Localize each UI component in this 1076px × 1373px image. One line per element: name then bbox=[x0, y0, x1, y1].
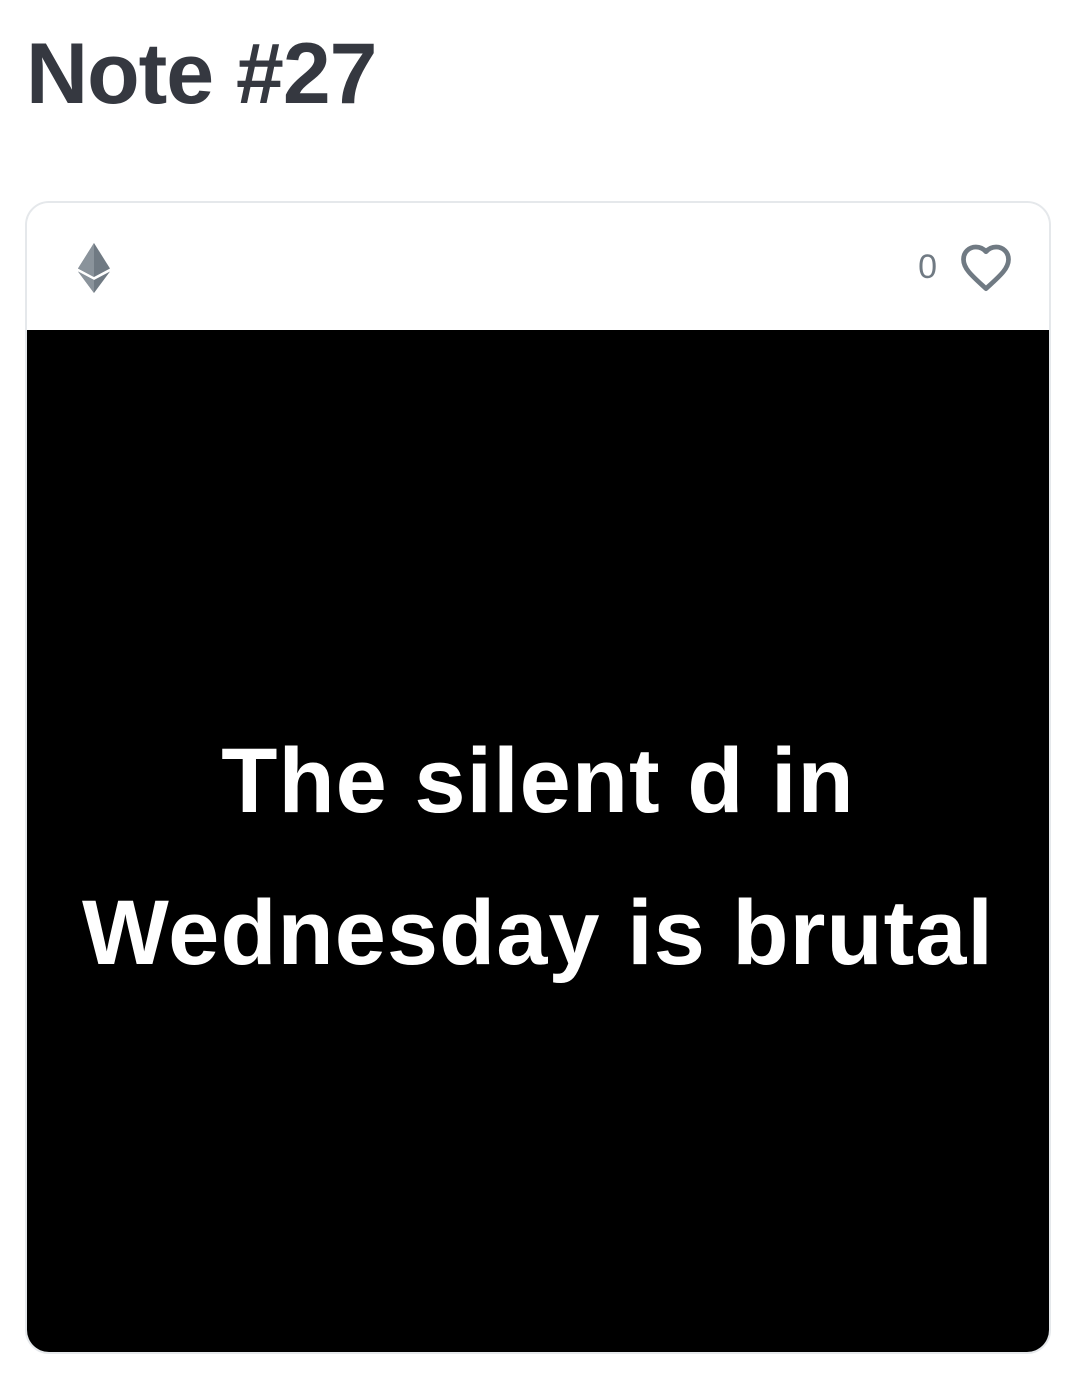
favorite-button[interactable]: 0 bbox=[918, 241, 1013, 293]
media-caption: The silent d in Wednesday is brutal bbox=[81, 730, 994, 984]
nft-card: 0 The silent d in Wednesday is brutal bbox=[25, 201, 1051, 1354]
ethereum-icon bbox=[78, 243, 110, 293]
card-header: 0 bbox=[27, 203, 1049, 330]
heart-icon[interactable] bbox=[959, 242, 1013, 292]
nft-media[interactable]: The silent d in Wednesday is brutal bbox=[27, 330, 1049, 1352]
favorite-count: 0 bbox=[918, 248, 937, 286]
page-title: Note #27 bbox=[26, 26, 377, 122]
